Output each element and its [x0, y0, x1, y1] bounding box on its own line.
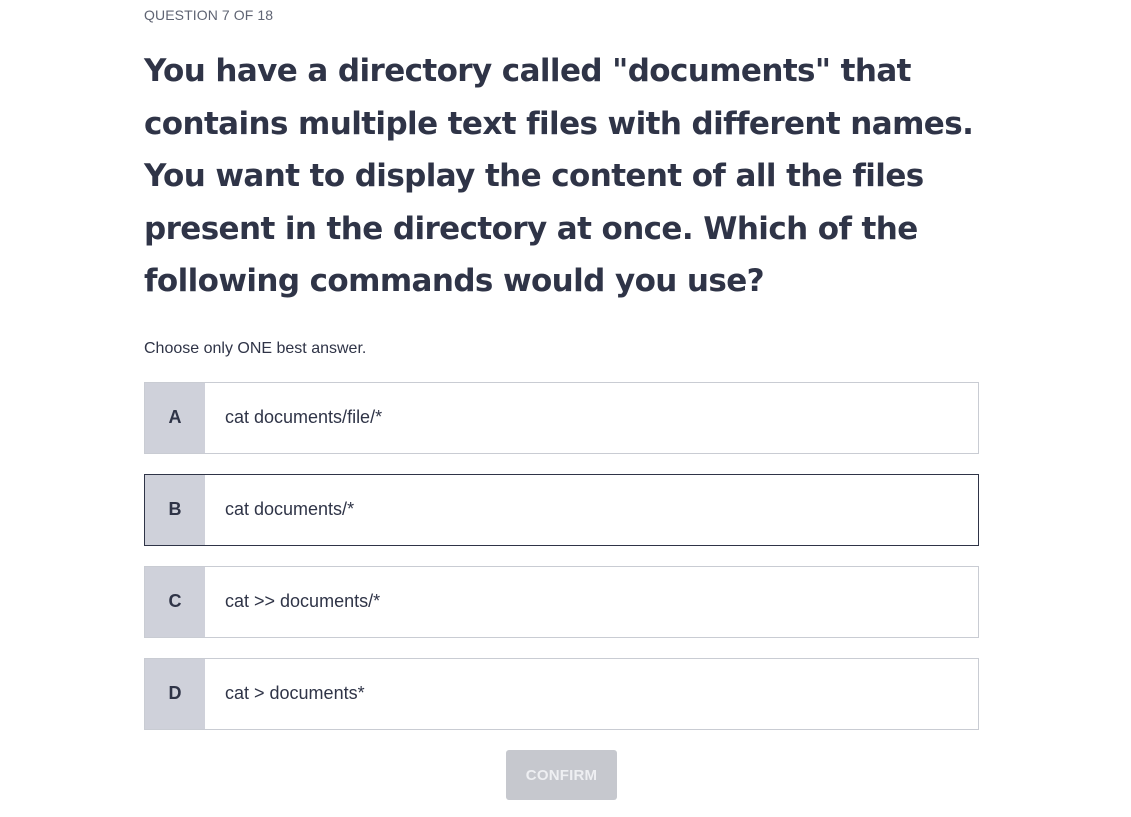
option-d[interactable]: D cat > documents*	[144, 657, 979, 730]
option-b[interactable]: B cat documents/*	[144, 473, 979, 546]
question-text: You have a directory called "documents" …	[144, 53, 974, 299]
option-text: cat > documents*	[225, 683, 365, 703]
confirm-button[interactable]: CONFIRM	[506, 750, 617, 800]
question-counter: QUESTION 7 OF 18	[144, 7, 274, 23]
option-letter: A	[145, 382, 205, 453]
option-letter: C	[145, 566, 205, 637]
option-letter: B	[145, 474, 205, 545]
confirm-wrapper: CONFIRM	[506, 750, 617, 800]
option-a[interactable]: A cat documents/file/*	[144, 381, 979, 454]
quiz-container: QUESTION 7 OF 18 You have a directory ca…	[144, 0, 979, 750]
option-text: cat documents/file/*	[225, 407, 383, 427]
answer-options: A cat documents/file/* B cat documents/*…	[144, 381, 979, 730]
option-text: cat documents/*	[225, 499, 355, 519]
option-c[interactable]: C cat >> documents/*	[144, 565, 979, 638]
option-letter: D	[145, 658, 205, 729]
answer-instruction: Choose only ONE best answer.	[144, 339, 367, 357]
option-text: cat >> documents/*	[225, 591, 381, 611]
